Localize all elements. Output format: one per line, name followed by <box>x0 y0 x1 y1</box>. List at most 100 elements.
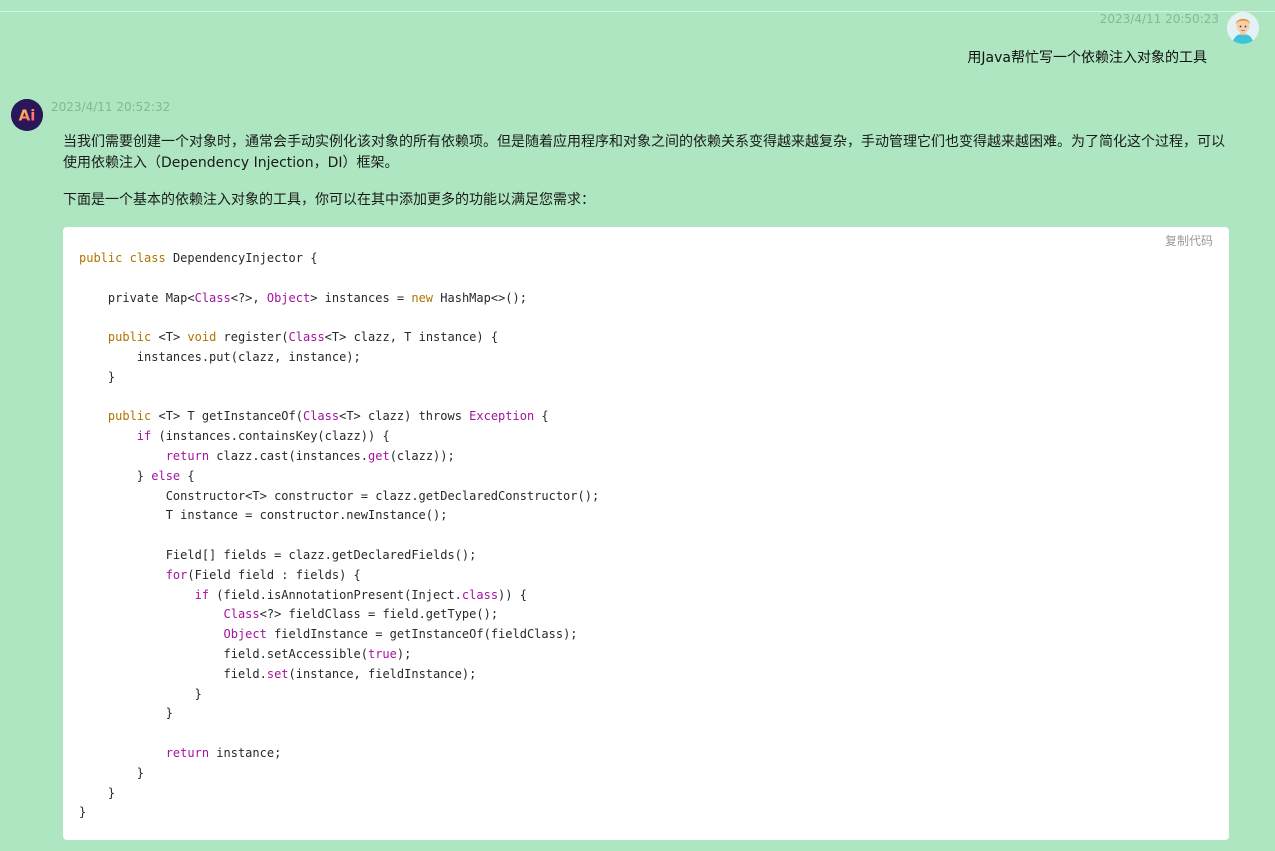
code-line: if (field.isAnnotationPresent(Inject.cla… <box>79 586 599 606</box>
assistant-message-timestamp: 2023/4/11 20:52:32 <box>51 100 171 114</box>
assistant-paragraph-lead: 下面是一个基本的依赖注入对象的工具，你可以在其中添加更多的功能以满足您需求： <box>63 192 595 208</box>
code-token: private Map< <box>79 290 195 305</box>
code-token: } <box>79 706 173 721</box>
code-token-type: true <box>367 646 397 661</box>
code-token: > instances = <box>310 290 412 305</box>
code-token-type: Object <box>223 627 267 642</box>
code-line: } <box>79 764 599 784</box>
code-token: (clazz)); <box>389 448 455 463</box>
code-line: field.set(instance, fieldInstance); <box>79 665 599 685</box>
code-line: public class DependencyInjector { <box>79 249 599 269</box>
code-token: DependencyInjector { <box>165 251 318 265</box>
code-token-kw: public <box>79 251 123 265</box>
code-token: } <box>79 785 116 800</box>
code-token: } <box>79 805 87 820</box>
code-token: T instance = constructor.newInstance(); <box>79 508 448 523</box>
code-token: (instance, fieldInstance); <box>288 666 477 681</box>
code-token: )) { <box>498 587 527 602</box>
code-line: return clazz.cast(instances.get(clazz)); <box>79 447 599 467</box>
code-token-kw: new <box>411 290 434 305</box>
code-token: field.setAccessible( <box>79 646 368 661</box>
assistant-avatar: Ai <box>11 99 43 131</box>
code-token: } <box>79 765 145 780</box>
code-token-type: for <box>165 567 188 582</box>
code-token: Field[] fields = clazz.getDeclaredFields… <box>79 547 477 562</box>
code-line: } <box>79 368 599 388</box>
code-token: register( <box>216 330 289 345</box>
code-token-type: if <box>194 587 210 602</box>
code-token: clazz.cast(instances. <box>209 448 369 463</box>
code-line: } else { <box>79 467 599 487</box>
code-token-kw: class <box>129 251 166 265</box>
code-token-type: class <box>461 587 499 602</box>
code-token-type: Class <box>223 607 260 622</box>
code-token: (field.isAnnotationPresent(Inject. <box>209 587 462 602</box>
top-divider <box>0 11 1275 12</box>
code-line: instances.put(clazz, instance); <box>79 348 599 368</box>
code-token: Constructor<T> constructor = clazz.getDe… <box>79 488 600 503</box>
code-token: (instances.containsKey(clazz)) { <box>151 429 390 444</box>
code-token: } <box>79 686 202 701</box>
code-line: Field[] fields = clazz.getDeclaredFields… <box>79 546 599 566</box>
code-line: public <T> void register(Class<T> clazz,… <box>79 328 599 348</box>
code-line: for(Field field : fields) { <box>79 566 599 586</box>
code-line: if (instances.containsKey(clazz)) { <box>79 427 599 447</box>
code-line: } <box>79 803 599 823</box>
user-avatar-icon <box>1227 12 1259 44</box>
code-token: HashMap<>(); <box>433 290 527 305</box>
code-token: field. <box>79 666 267 681</box>
code-token-kw: void <box>187 330 217 345</box>
code-token: { <box>180 468 195 483</box>
code-token-type: Class <box>288 330 325 345</box>
code-line: T instance = constructor.newInstance(); <box>79 506 599 526</box>
code-token: fieldInstance = getInstanceOf(fieldClass… <box>266 627 578 642</box>
code-token-type: Exception <box>469 409 535 424</box>
code-token-type: get <box>368 448 390 463</box>
code-token: (Field field : fields) { <box>187 567 361 582</box>
code-token: <T> <box>151 330 188 345</box>
copy-code-button[interactable]: 复制代码 <box>1165 232 1213 249</box>
code-token: <T> clazz) throws <box>339 409 470 424</box>
code-line: public <T> T getInstanceOf(Class<T> claz… <box>79 407 599 427</box>
code-token-type: Object <box>266 290 311 305</box>
code-token: ); <box>396 646 412 661</box>
user-message-timestamp: 2023/4/11 20:50:23 <box>1099 12 1219 26</box>
code-token-type: set <box>266 666 289 681</box>
code-line: field.setAccessible(true); <box>79 645 599 665</box>
code-token: } <box>79 369 116 384</box>
code-token: <T> T getInstanceOf( <box>151 409 303 424</box>
code-line: } <box>79 704 599 724</box>
code-token-kw: public <box>107 330 152 345</box>
code-token: instance; <box>209 745 282 760</box>
ai-logo-icon: Ai <box>11 99 43 131</box>
code-token: } <box>79 468 152 483</box>
code-token: { <box>534 409 549 424</box>
code-token-type: return <box>165 448 210 463</box>
code-line: } <box>79 685 599 705</box>
code-line: Constructor<T> constructor = clazz.getDe… <box>79 487 599 507</box>
code-token-kw: public <box>107 409 152 424</box>
code-token-type: Class <box>194 290 231 305</box>
ai-logo-text: Ai <box>19 107 36 125</box>
code-token-type: return <box>165 745 210 760</box>
code-token-type: else <box>151 468 181 483</box>
code-block[interactable]: public class DependencyInjector { privat… <box>79 249 599 823</box>
code-line: Class<?> fieldClass = field.getType(); <box>79 605 599 625</box>
code-token: instances.put(clazz, instance); <box>79 349 361 364</box>
user-avatar <box>1227 12 1259 44</box>
code-token: <?>, <box>230 290 267 305</box>
assistant-paragraph-intro: 当我们需要创建一个对象时，通常会手动实例化该对象的所有依赖项。但是随着应用程序和… <box>63 134 1225 171</box>
code-line: private Map<Class<?>, Object> instances … <box>79 289 599 309</box>
